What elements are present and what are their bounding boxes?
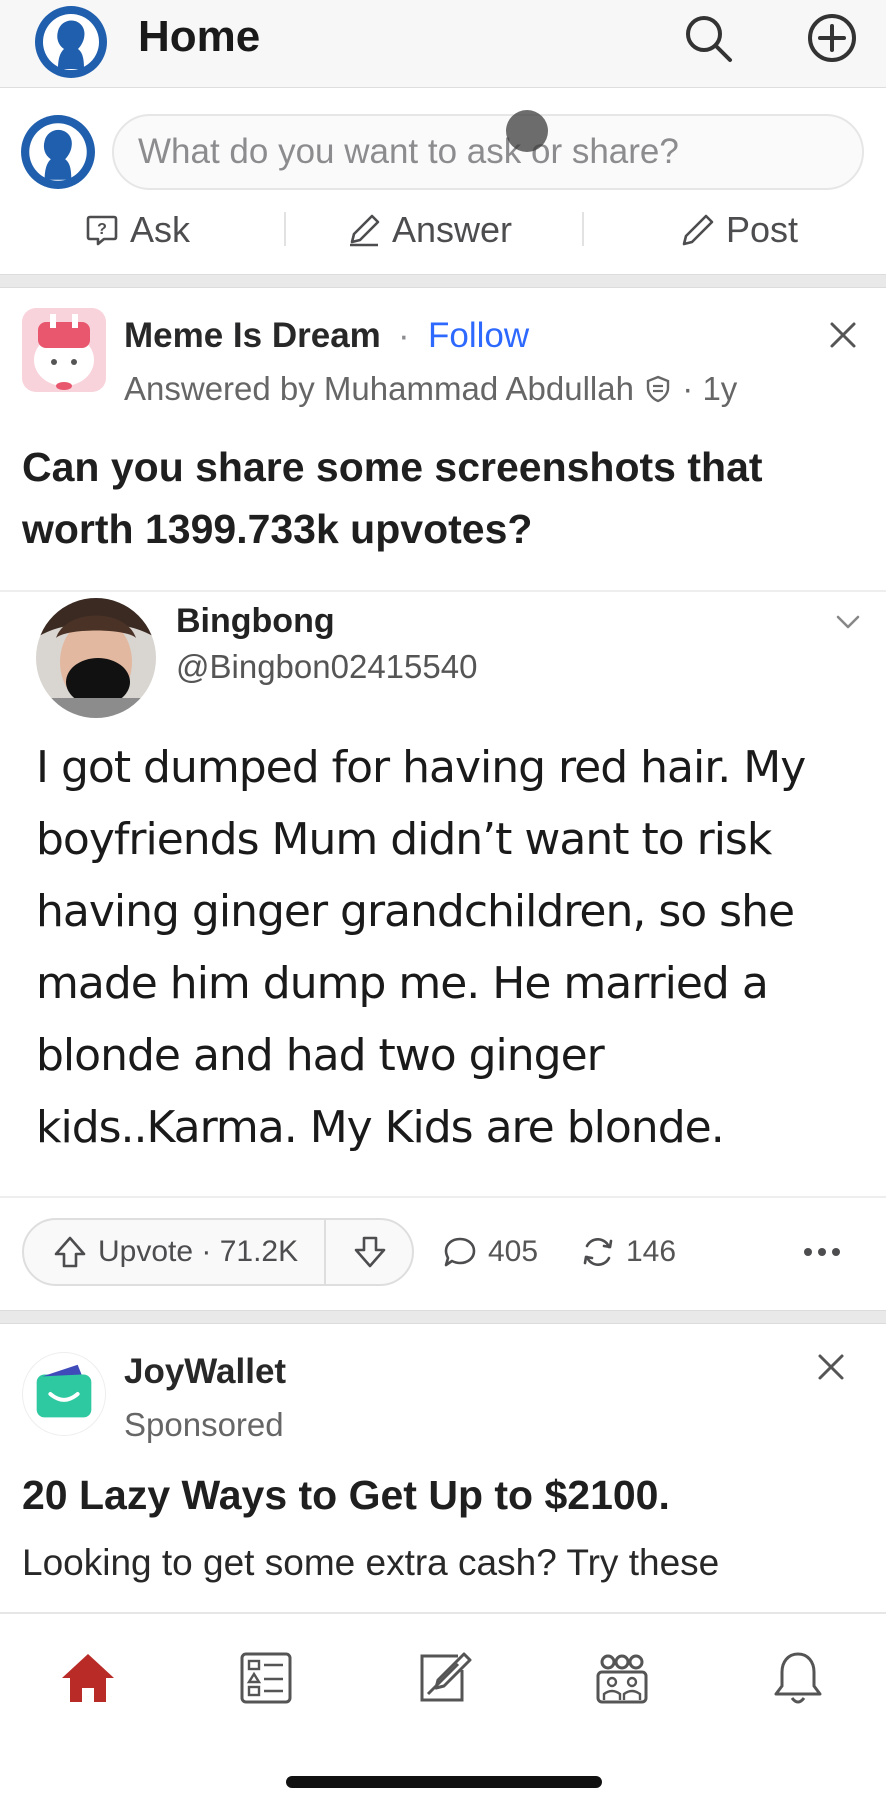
downvote-icon[interactable] xyxy=(352,1234,388,1270)
answer-label: Answer xyxy=(392,209,513,250)
question-title[interactable]: Can you share some screenshots that wort… xyxy=(22,436,862,560)
vote-pill: Upvote · 71.2K xyxy=(22,1218,414,1286)
answered-by[interactable]: Answered by Muhammad Abdullah xyxy=(124,370,634,407)
comment-icon xyxy=(444,1237,476,1267)
feed-post: Meme Is Dream · Follow Answered by Muham… xyxy=(0,288,886,1310)
embedded-screenshot[interactable]: Bingbong @Bingbon02415540 I got dumped f… xyxy=(0,590,886,1198)
post-label: Post xyxy=(726,209,799,250)
add-icon[interactable] xyxy=(804,10,860,66)
engagement-bar: Upvote · 71.2K 405 146 xyxy=(0,1218,886,1288)
more-icon[interactable] xyxy=(800,1232,844,1272)
post-button[interactable]: Post xyxy=(680,198,798,262)
share-icon xyxy=(583,1237,613,1267)
ad-body: Looking to get some extra cash? Try thes… xyxy=(22,1542,720,1583)
ad-headline[interactable]: 20 Lazy Ways to Get Up to $2100. xyxy=(22,1472,670,1519)
share-count: 146 xyxy=(626,1235,677,1268)
advertiser-name[interactable]: JoyWallet xyxy=(124,1352,286,1392)
tweet-text: I got dumped for having red hair. My boy… xyxy=(36,742,806,1153)
close-icon[interactable] xyxy=(814,1350,848,1384)
space-name[interactable]: Meme Is Dream xyxy=(124,316,381,356)
separator xyxy=(284,212,286,246)
composer-avatar[interactable] xyxy=(20,114,96,190)
composer-actions: ? Ask Answer Post xyxy=(0,198,886,262)
ask-or-share-input[interactable]: What do you want to ask or share? xyxy=(112,114,864,190)
answer-icon[interactable] xyxy=(414,1648,474,1708)
answer-icon xyxy=(350,214,380,247)
joywallet-logo[interactable] xyxy=(22,1352,106,1436)
ask-button[interactable]: ? Ask xyxy=(84,198,190,262)
post-icon xyxy=(682,214,714,246)
comment-count: 405 xyxy=(488,1235,539,1268)
feed-divider xyxy=(0,274,886,288)
following-icon[interactable] xyxy=(236,1648,296,1708)
chevron-down-icon xyxy=(836,615,860,629)
bottom-tab-bar xyxy=(0,1612,886,1800)
upvote-button[interactable]: Upvote · 71.2K xyxy=(52,1220,298,1284)
touch-indicator xyxy=(506,110,548,152)
svg-text:?: ? xyxy=(97,221,107,238)
tweet-avatar xyxy=(36,598,156,718)
profile-avatar[interactable] xyxy=(34,5,108,79)
tweet-author-handle: @Bingbon02415540 xyxy=(176,648,478,685)
meta-separator: · xyxy=(398,316,410,355)
close-icon[interactable] xyxy=(826,318,860,352)
shield-icon xyxy=(646,375,670,403)
spaces-icon[interactable] xyxy=(592,1648,652,1708)
sponsored-ad[interactable]: JoyWallet Sponsored 20 Lazy Ways to Get … xyxy=(0,1324,886,1616)
answer-age: · 1y xyxy=(682,370,738,407)
space-logo[interactable] xyxy=(22,308,106,392)
ask-icon: ? xyxy=(86,215,118,246)
page-title: Home xyxy=(138,12,261,61)
notifications-icon[interactable] xyxy=(768,1648,828,1708)
answer-meta: Answered by Muhammad Abdullah · 1y xyxy=(124,370,737,408)
answer-button[interactable]: Answer xyxy=(346,198,512,262)
separator xyxy=(582,212,584,246)
vote-separator xyxy=(324,1220,326,1284)
search-icon[interactable] xyxy=(680,10,736,66)
upvote-icon xyxy=(54,1236,86,1268)
comments-button[interactable]: 405 xyxy=(442,1218,538,1286)
home-indicator xyxy=(286,1776,602,1788)
tweet-author-name: Bingbong xyxy=(176,602,335,640)
composer: What do you want to ask or share? ? Ask … xyxy=(0,88,886,274)
top-bar: Home xyxy=(0,0,886,88)
share-button[interactable]: 146 xyxy=(580,1218,676,1286)
upvote-label: Upvote · 71.2K xyxy=(98,1235,299,1268)
home-icon[interactable] xyxy=(58,1648,118,1708)
sponsored-label: Sponsored xyxy=(124,1406,284,1443)
feed-divider xyxy=(0,1310,886,1324)
follow-button[interactable]: Follow xyxy=(428,316,529,356)
ask-label: Ask xyxy=(130,209,191,250)
